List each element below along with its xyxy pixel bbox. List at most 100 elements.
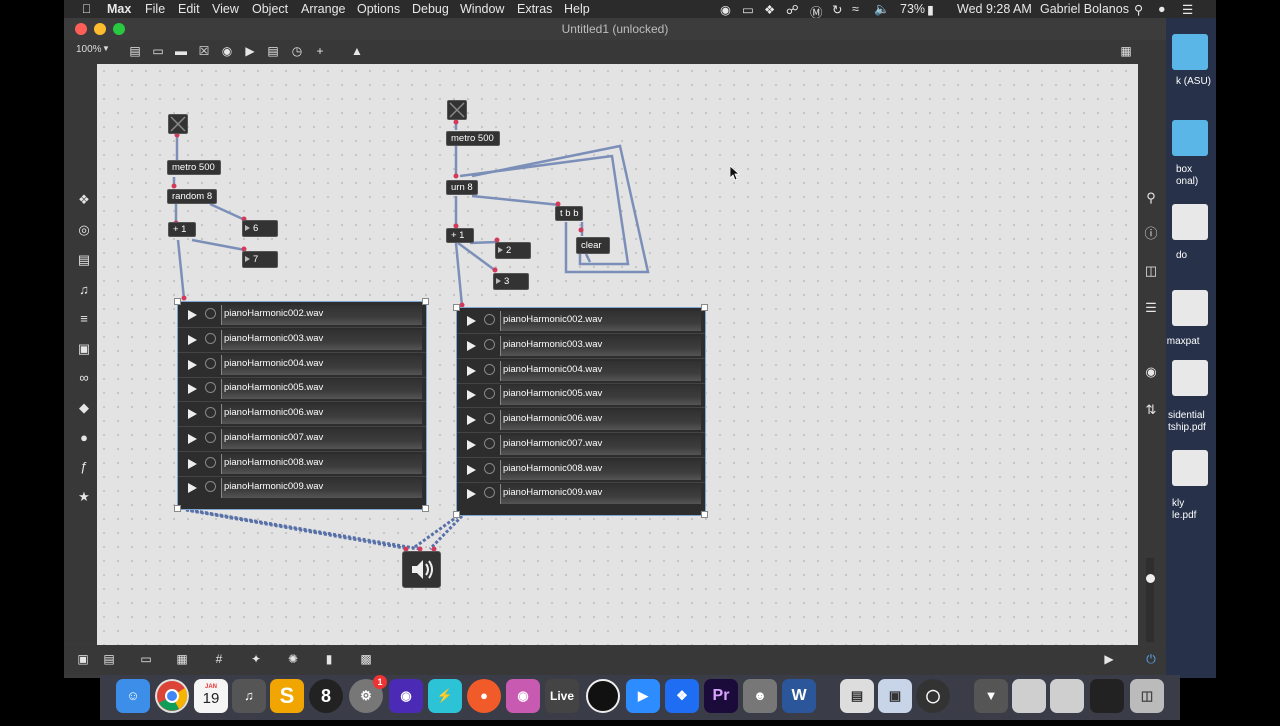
play-icon[interactable] [188,360,197,370]
play-icon[interactable] [188,384,197,394]
resize-handle[interactable] [174,505,181,512]
loop-icon[interactable] [205,481,216,492]
document-stack-icon[interactable] [1012,679,1046,713]
word-icon[interactable]: W [782,679,816,713]
loop-icon[interactable] [205,382,216,393]
chrome-icon[interactable] [155,679,189,713]
metro-object-left[interactable]: metro 500 [167,160,221,175]
app-circle-icon[interactable] [586,679,620,713]
calendar-icon[interactable]: JAN 19 [194,679,228,713]
urn-object[interactable]: urn 8 [446,180,478,195]
playlist-row[interactable]: pianoHarmonic003.wav [457,334,705,359]
playlist-row[interactable]: pianoHarmonic003.wav [178,328,426,353]
finder-icon[interactable]: ☺ [116,679,150,713]
play-icon[interactable] [467,415,476,425]
audio-app-icon[interactable]: ♫ [232,679,266,713]
document-icon[interactable]: ▤ [840,679,874,713]
resize-handle[interactable] [453,304,460,311]
playlist-row[interactable]: pianoHarmonic005.wav [457,383,705,408]
system-preferences-icon[interactable]: ⚙ 1 [349,675,387,713]
resize-handle[interactable] [701,304,708,311]
play-icon[interactable] [188,335,197,345]
playlist-row[interactable]: pianoHarmonic009.wav [178,476,426,500]
loop-icon[interactable] [484,413,495,424]
plus-object-left[interactable]: + 1 [168,222,196,237]
play-icon[interactable] [467,366,476,376]
number-box[interactable]: 7 [242,251,278,268]
loop-icon[interactable] [205,308,216,319]
play-icon[interactable] [188,459,197,469]
preview-icon[interactable]: ▣ [878,679,912,713]
playlist-row[interactable]: pianoHarmonic004.wav [457,359,705,384]
loop-icon[interactable] [205,407,216,418]
resize-handle[interactable] [701,511,708,518]
document-stack-icon[interactable] [1050,679,1084,713]
random-object[interactable]: random 8 [167,189,217,204]
toggle-left[interactable] [168,114,188,134]
trash-icon[interactable]: ◫ [1130,679,1164,713]
loop-icon[interactable] [484,388,495,399]
playlist-row[interactable]: pianoHarmonic008.wav [457,458,705,483]
play-icon[interactable] [467,316,476,326]
number-box[interactable]: 6 [242,220,278,237]
trigger-object[interactable]: t b b [555,206,583,221]
loop-icon[interactable] [484,314,495,325]
ableton-live-icon[interactable]: Live [545,679,579,713]
zoom-app-icon[interactable]: ▶ [626,679,660,713]
number-box[interactable]: 3 [493,273,529,290]
speaker-output-object[interactable] [402,551,441,588]
number-box[interactable]: 2 [495,242,531,259]
plus-object-right[interactable]: + 1 [446,228,474,243]
playlist-left[interactable]: pianoHarmonic002.wav pianoHarmonic003.wa… [177,301,427,510]
audacity-icon[interactable]: ◉ [389,679,423,713]
loop-icon[interactable] [484,364,495,375]
loop-icon[interactable] [205,432,216,443]
loop-icon[interactable] [205,333,216,344]
loop-icon[interactable] [484,339,495,350]
resize-handle[interactable] [422,505,429,512]
playlist-row[interactable]: pianoHarmonic006.wav [457,408,705,433]
resize-handle[interactable] [453,511,460,518]
playlist-row[interactable]: pianoHarmonic009.wav [457,482,705,506]
number-value: 7 [253,254,259,265]
metro-object-right[interactable]: metro 500 [446,131,500,146]
play-icon[interactable] [467,489,476,499]
play-icon[interactable] [467,341,476,351]
play-icon[interactable] [188,409,197,419]
loop-icon[interactable] [484,438,495,449]
play-icon[interactable] [188,310,197,320]
loop-icon[interactable] [484,463,495,474]
playlist-right[interactable]: pianoHarmonic002.wav pianoHarmonic003.wa… [456,307,706,516]
playlist-row[interactable]: pianoHarmonic004.wav [178,353,426,378]
flashcard-icon[interactable]: ⚡ [428,679,462,713]
playlist-row[interactable]: pianoHarmonic002.wav [457,309,705,334]
app-icon[interactable]: ◉ [506,679,540,713]
premiere-icon[interactable]: Pr [704,679,738,713]
resize-handle[interactable] [422,298,429,305]
playlist-row[interactable]: pianoHarmonic002.wav [178,303,426,328]
play-icon[interactable] [188,483,197,493]
max-app-icon[interactable]: 8 [309,679,343,713]
scrivener-icon[interactable]: S [270,679,304,713]
loop-icon[interactable] [205,457,216,468]
toggle-right[interactable] [447,100,467,120]
play-icon[interactable] [188,434,197,444]
playlist-row[interactable]: pianoHarmonic008.wav [178,452,426,477]
dropbox-dock-icon[interactable]: ❖ [665,679,699,713]
playlist-row[interactable]: pianoHarmonic007.wav [178,427,426,452]
downloads-icon[interactable]: ▼ [974,679,1008,713]
app-icon[interactable]: ☻ [743,679,777,713]
clear-message[interactable]: clear [576,237,610,254]
play-icon[interactable] [467,465,476,475]
screenshot-stack-icon[interactable] [1090,679,1124,713]
quicktime-icon[interactable]: ◯ [916,679,950,713]
app-icon[interactable]: ● [467,679,501,713]
playlist-row[interactable]: pianoHarmonic005.wav [178,377,426,402]
loop-icon[interactable] [484,487,495,498]
play-icon[interactable] [467,390,476,400]
playlist-row[interactable]: pianoHarmonic007.wav [457,433,705,458]
loop-icon[interactable] [205,358,216,369]
resize-handle[interactable] [174,298,181,305]
play-icon[interactable] [467,440,476,450]
playlist-row[interactable]: pianoHarmonic006.wav [178,402,426,427]
